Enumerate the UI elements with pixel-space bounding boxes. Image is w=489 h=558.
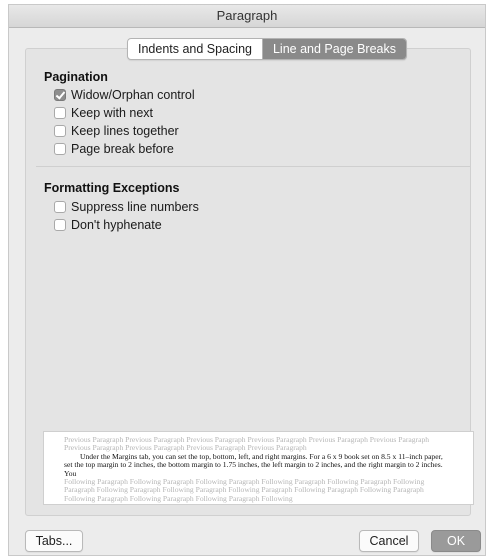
preview-following-paragraph: Following Paragraph Following Paragraph …	[64, 477, 425, 503]
tab-content-panel: Pagination Widow/Orphan control Keep wit…	[25, 48, 474, 516]
ok-button[interactable]: OK	[431, 530, 481, 552]
keep-with-next-label: Keep with next	[71, 106, 153, 120]
paragraph-dialog: Paragraph Pagination Widow/Orphan contro…	[8, 4, 486, 556]
cancel-button[interactable]: Cancel	[359, 530, 419, 552]
dont-hyphenate-checkbox[interactable]	[54, 219, 66, 231]
page-break-before-checkbox[interactable]	[54, 143, 66, 155]
preview-previous-paragraph: Previous Paragraph Previous Paragraph Pr…	[64, 435, 430, 453]
formatting-exceptions-heading: Formatting Exceptions	[44, 181, 180, 195]
keep-lines-together-checkbox[interactable]	[54, 125, 66, 137]
keep-lines-together-option[interactable]: Keep lines together	[54, 123, 179, 139]
window-title: Paragraph	[9, 5, 485, 28]
tab-indents-and-spacing[interactable]: Indents and Spacing	[128, 39, 262, 59]
page-break-before-option[interactable]: Page break before	[54, 141, 174, 157]
dont-hyphenate-label: Don't hyphenate	[71, 218, 162, 232]
tabs-button[interactable]: Tabs...	[25, 530, 83, 552]
pagination-heading: Pagination	[44, 70, 108, 84]
suppress-line-numbers-label: Suppress line numbers	[71, 200, 199, 214]
keep-with-next-option[interactable]: Keep with next	[54, 105, 153, 121]
widow-orphan-control-option[interactable]: Widow/Orphan control	[54, 87, 195, 103]
page-break-before-label: Page break before	[71, 142, 174, 156]
suppress-line-numbers-option[interactable]: Suppress line numbers	[54, 199, 199, 215]
section-divider	[36, 166, 470, 167]
widow-orphan-control-checkbox[interactable]	[54, 89, 66, 101]
tab-switcher: Indents and Spacing Line and Page Breaks	[127, 38, 407, 60]
preview-sample-paragraph: Under the Margins tab, you can set the t…	[64, 451, 443, 478]
keep-with-next-checkbox[interactable]	[54, 107, 66, 119]
paragraph-preview: Previous Paragraph Previous Paragraph Pr…	[43, 431, 474, 505]
tab-line-and-page-breaks[interactable]: Line and Page Breaks	[261, 39, 406, 59]
widow-orphan-control-label: Widow/Orphan control	[71, 88, 195, 102]
dont-hyphenate-option[interactable]: Don't hyphenate	[54, 217, 162, 233]
suppress-line-numbers-checkbox[interactable]	[54, 201, 66, 213]
keep-lines-together-label: Keep lines together	[71, 124, 179, 138]
